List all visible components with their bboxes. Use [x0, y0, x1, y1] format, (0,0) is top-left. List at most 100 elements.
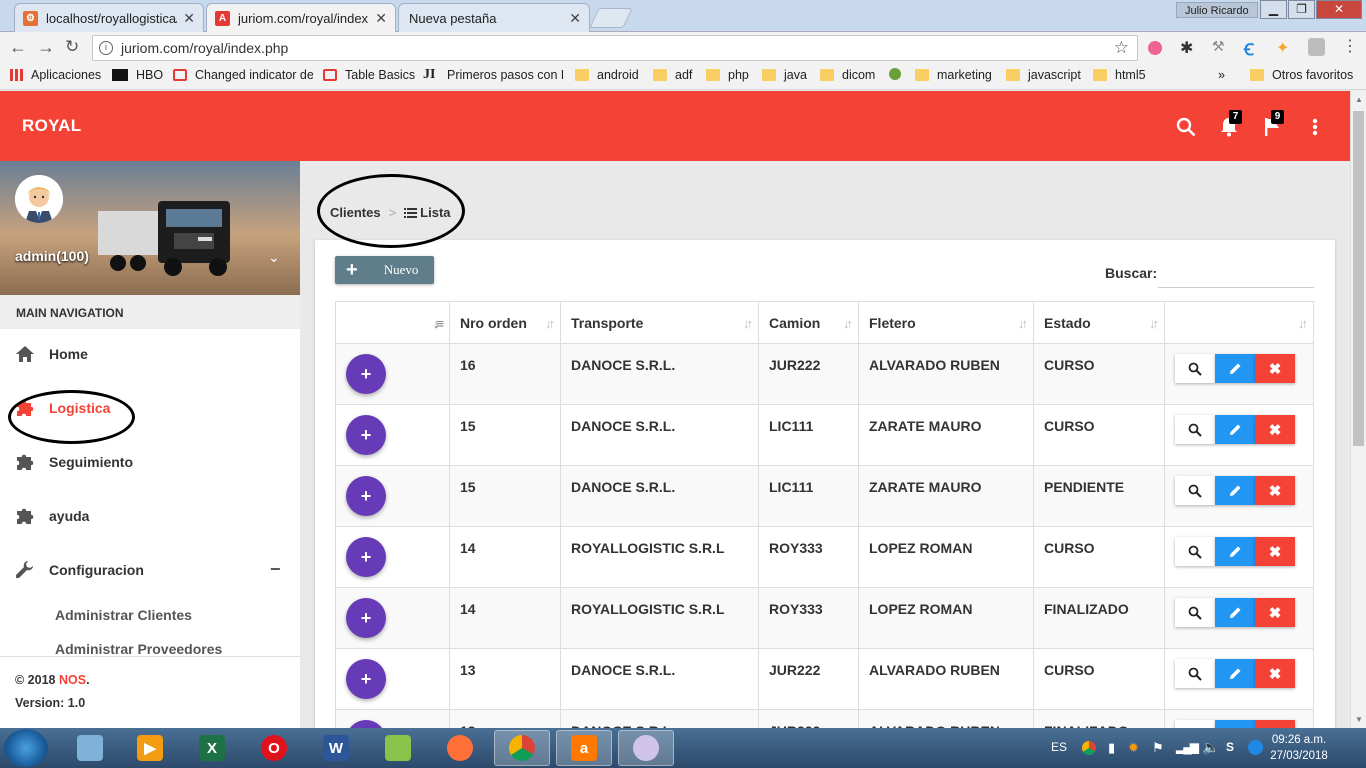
- taskbar-clock[interactable]: 09:26 a.m. 27/03/2018: [1264, 732, 1334, 764]
- view-button[interactable]: [1175, 354, 1215, 383]
- delete-button[interactable]: ✖: [1255, 537, 1295, 566]
- edit-button[interactable]: [1215, 598, 1255, 627]
- bookmark-globe[interactable]: [889, 68, 909, 80]
- taskbar-app-paint[interactable]: [618, 730, 674, 766]
- expand-row-button[interactable]: +: [346, 415, 386, 455]
- column-header-expand[interactable]: ↓≡: [335, 301, 450, 344]
- flow-extension-icon[interactable]: [1308, 38, 1325, 56]
- action-center-flag-icon[interactable]: ⚑: [1152, 740, 1164, 756]
- bookmark-folder-dicom[interactable]: dicom: [820, 68, 875, 82]
- delete-button[interactable]: ✖: [1255, 354, 1295, 383]
- delete-button[interactable]: ✖: [1255, 720, 1295, 728]
- bookmark-changed-indicator[interactable]: Changed indicator de: [173, 68, 313, 82]
- url-input[interactable]: i juriom.com/royal/index.php ☆: [92, 35, 1138, 61]
- volume-icon[interactable]: 🔈: [1202, 739, 1219, 756]
- page-scrollbar[interactable]: ▲ ▼: [1350, 91, 1366, 728]
- view-button[interactable]: [1175, 598, 1215, 627]
- column-header-transporte[interactable]: Transporte ↓↑: [560, 301, 759, 344]
- back-icon[interactable]: ←: [9, 37, 27, 57]
- taskbar-app-notepad[interactable]: [370, 730, 426, 766]
- edit-button[interactable]: [1215, 537, 1255, 566]
- taskbar-app-word[interactable]: W: [308, 730, 364, 766]
- view-button[interactable]: [1175, 720, 1215, 728]
- search-input[interactable]: [1158, 258, 1314, 288]
- avatar[interactable]: [15, 175, 63, 223]
- browser-user-badge[interactable]: Julio Ricardo: [1176, 2, 1258, 18]
- edit-button[interactable]: [1215, 476, 1255, 505]
- edit-button[interactable]: [1215, 354, 1255, 383]
- view-button[interactable]: [1175, 537, 1215, 566]
- delete-button[interactable]: ✖: [1255, 476, 1295, 505]
- more-vert-icon[interactable]: [1312, 118, 1318, 136]
- column-header-fletero[interactable]: Fletero ↓↑: [858, 301, 1034, 344]
- sidebar-item-seguimiento[interactable]: Seguimiento: [0, 447, 300, 477]
- expand-row-button[interactable]: +: [346, 354, 386, 394]
- close-tab-icon[interactable]: ✕: [375, 10, 387, 27]
- browser-tab-1[interactable]: ⚙ localhost/royallogistica/€ ✕: [14, 3, 204, 32]
- column-header-estado[interactable]: Estado ↓↑: [1033, 301, 1165, 344]
- start-button[interactable]: [4, 729, 48, 767]
- column-header-camion[interactable]: Camion ↓↑: [758, 301, 859, 344]
- edit-button[interactable]: [1215, 659, 1255, 688]
- taskbar-app-explorer[interactable]: [62, 730, 118, 766]
- view-button[interactable]: [1175, 476, 1215, 505]
- bookmark-folder-java[interactable]: java: [762, 68, 807, 82]
- bookmark-folder-php[interactable]: php: [706, 68, 749, 82]
- expand-row-button[interactable]: +: [346, 659, 386, 699]
- search-icon[interactable]: [1176, 117, 1196, 137]
- chrome-tray-icon[interactable]: [1082, 741, 1096, 755]
- scroll-down-icon[interactable]: ▼: [1355, 715, 1363, 724]
- view-button[interactable]: [1175, 415, 1215, 444]
- taskbar-app-excel[interactable]: X: [184, 730, 240, 766]
- browser-menu-icon[interactable]: ⋮: [1342, 37, 1358, 57]
- avast-tray-icon[interactable]: ✹: [1128, 740, 1139, 756]
- taskbar-app-avast[interactable]: a: [556, 730, 612, 766]
- sidebar-item-configuracion[interactable]: Configuracion −: [0, 555, 300, 585]
- bookmark-table-basics[interactable]: Table Basics: [323, 68, 415, 82]
- skype-tray-icon[interactable]: S: [1226, 740, 1234, 754]
- edit-button[interactable]: [1215, 415, 1255, 444]
- teamviewer-tray-icon[interactable]: [1248, 740, 1263, 755]
- delete-button[interactable]: ✖: [1255, 598, 1295, 627]
- brand-logo[interactable]: ROYAL: [22, 116, 81, 136]
- delete-button[interactable]: ✖: [1255, 659, 1295, 688]
- submenu-administrar-proveedores[interactable]: Administrar Proveedores: [55, 641, 222, 657]
- bookmark-apps[interactable]: Aplicaciones: [10, 68, 101, 82]
- info-icon[interactable]: i: [99, 41, 113, 55]
- close-window-button[interactable]: ✕: [1316, 0, 1362, 19]
- network-signal-icon[interactable]: ▂▄▆: [1176, 740, 1199, 754]
- close-tab-icon[interactable]: ✕: [569, 10, 581, 27]
- battery-icon[interactable]: ▮: [1108, 740, 1115, 756]
- new-tab-button[interactable]: [589, 8, 633, 28]
- expand-row-button[interactable]: +: [346, 720, 386, 728]
- expand-row-button[interactable]: +: [346, 476, 386, 516]
- column-header-actions[interactable]: ↓↑: [1164, 301, 1314, 344]
- bookmark-hbo[interactable]: HBO: [112, 68, 163, 82]
- column-header-nro-orden[interactable]: Nro orden ↓↑: [449, 301, 561, 344]
- chevron-down-icon[interactable]: ⌄: [268, 249, 280, 266]
- taskbar-app-opera[interactable]: O: [246, 730, 302, 766]
- bookmark-folder-javascript[interactable]: javascript: [1006, 68, 1081, 82]
- sidebar-item-home[interactable]: Home: [0, 339, 300, 369]
- submenu-administrar-clientes[interactable]: Administrar Clientes: [55, 607, 192, 623]
- language-indicator[interactable]: ES: [1051, 740, 1067, 754]
- expand-row-button[interactable]: +: [346, 537, 386, 577]
- extension-icon[interactable]: Ꞓ: [1244, 38, 1262, 59]
- bookmark-folder-html5[interactable]: html5: [1093, 68, 1146, 82]
- close-tab-icon[interactable]: ✕: [183, 10, 195, 27]
- expand-row-button[interactable]: +: [346, 598, 386, 638]
- scroll-up-icon[interactable]: ▲: [1355, 95, 1363, 104]
- view-button[interactable]: [1175, 659, 1215, 688]
- maximize-button[interactable]: ❐: [1288, 0, 1315, 19]
- taskbar-app-firefox[interactable]: [432, 730, 488, 766]
- bookmark-primeros-pasos[interactable]: JI Primeros pasos con F: [423, 68, 563, 82]
- bookmarks-overflow-button[interactable]: »: [1218, 68, 1225, 82]
- edit-button[interactable]: [1215, 720, 1255, 728]
- forward-icon[interactable]: →: [37, 37, 55, 57]
- pocket-extension-icon[interactable]: [1148, 41, 1162, 55]
- spider-extension-icon[interactable]: ✱: [1180, 38, 1198, 57]
- collapse-minus-icon[interactable]: −: [270, 559, 281, 580]
- company-link[interactable]: NOS: [59, 673, 86, 687]
- sidebar-item-ayuda[interactable]: ayuda: [0, 501, 300, 531]
- taskbar-app-media[interactable]: ▶: [122, 730, 178, 766]
